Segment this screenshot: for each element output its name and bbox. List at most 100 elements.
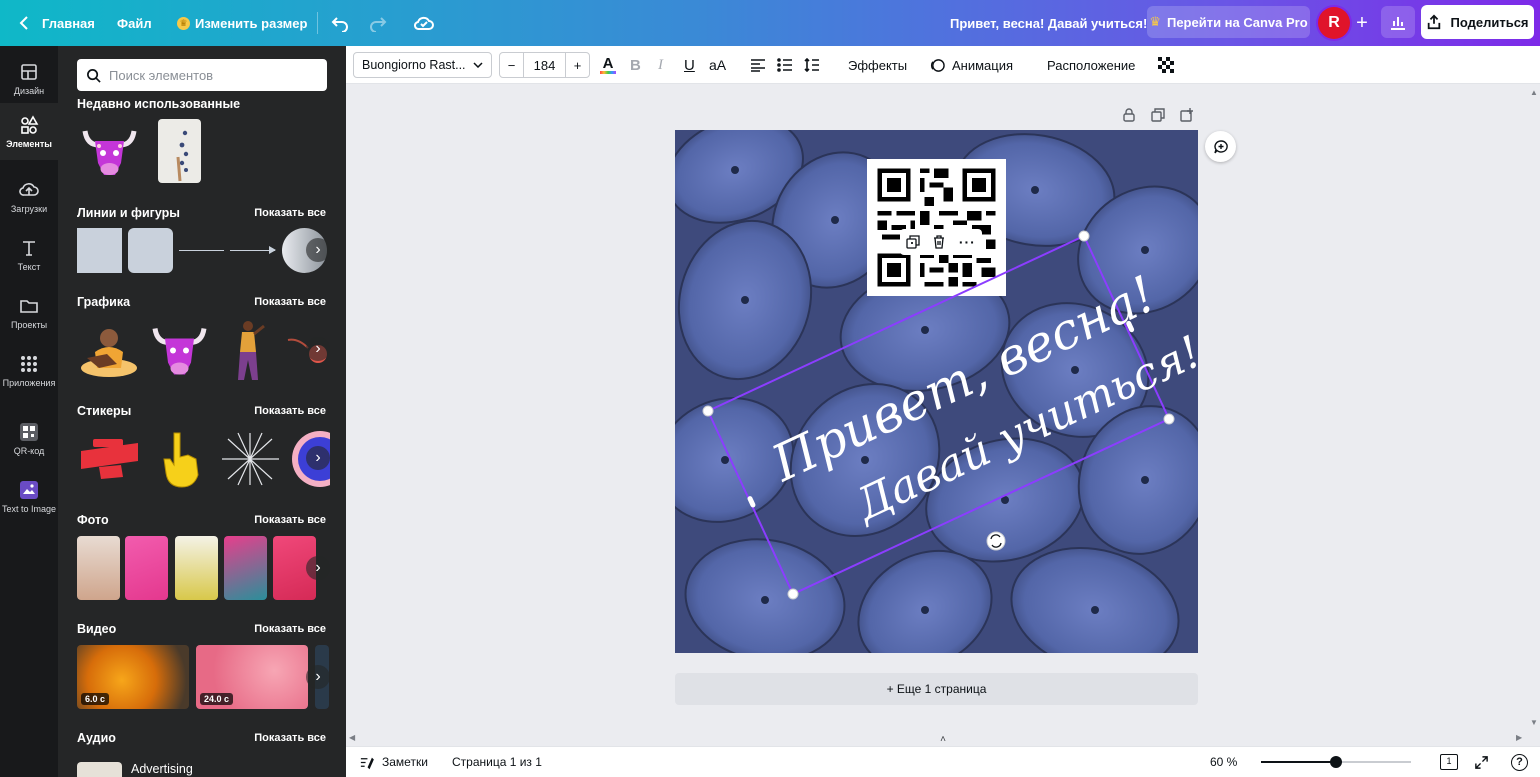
stickers-scroll-right-button[interactable]: › <box>306 446 330 470</box>
underline-button[interactable]: U <box>684 46 695 84</box>
recent-photo[interactable] <box>158 119 201 183</box>
text-icon <box>23 241 35 256</box>
rail-item-qr-code[interactable]: QR-код <box>0 414 58 464</box>
layout-icon <box>21 64 37 80</box>
pointing-hand-sticker <box>163 432 199 488</box>
show-all-video-link[interactable]: Показать все <box>254 623 326 635</box>
fullscreen-button[interactable] <box>1474 747 1489 777</box>
rail-item-text[interactable]: Текст <box>0 230 58 280</box>
font-size-decrease-button[interactable]: − <box>500 53 524 77</box>
align-button[interactable] <box>750 46 766 84</box>
show-pages-chevron-icon[interactable]: ˄ <box>936 734 950 745</box>
video-orange-ink[interactable]: 6.0 с <box>77 645 189 709</box>
show-all-graphics-link[interactable]: Показать все <box>254 296 326 308</box>
help-button[interactable]: ? <box>1511 747 1528 777</box>
resize-handle[interactable] <box>1163 413 1175 425</box>
scroll-up-icon[interactable]: ▲ <box>1530 88 1538 97</box>
scroll-right-icon[interactable]: ▶ <box>1516 733 1524 742</box>
resize-handle[interactable] <box>702 405 714 417</box>
video-scroll-right-button[interactable]: › <box>306 665 330 689</box>
photos-scroll-right-button[interactable]: › <box>306 556 330 580</box>
graphic-person-sitting[interactable] <box>77 318 142 383</box>
add-page-icon[interactable] <box>1180 108 1194 122</box>
search-input[interactable] <box>109 67 319 83</box>
section-title-photos: Фото <box>77 513 109 527</box>
rail-item-uploads[interactable]: Загрузки <box>0 172 58 222</box>
add-collaborator-button[interactable]: + <box>1348 7 1376 39</box>
show-all-photos-link[interactable]: Показать все <box>254 514 326 526</box>
redo-button[interactable] <box>369 0 387 46</box>
recent-bull-graphic[interactable] <box>77 119 142 183</box>
position-button[interactable]: Расположение <box>1047 46 1135 84</box>
duplicate-icon[interactable] <box>906 235 920 249</box>
show-all-stickers-link[interactable]: Показать все <box>254 405 326 417</box>
rounded-square-shape[interactable] <box>128 228 173 273</box>
page-grid-button[interactable]: 1 <box>1440 747 1458 777</box>
chevron-right-icon: › <box>315 241 321 258</box>
list-button[interactable] <box>777 46 793 84</box>
video-pink-droplets[interactable]: 24.0 с <box>196 645 308 709</box>
rail-item-projects[interactable]: Проекты <box>0 288 58 338</box>
design-page[interactable]: Привет, весна! Давай учиться! ··· <box>675 130 1198 653</box>
rail-item-design[interactable]: Дизайн <box>0 54 58 104</box>
text-color-button[interactable]: A <box>600 46 616 84</box>
sticker-hand[interactable] <box>150 429 210 489</box>
animation-button[interactable]: Анимация <box>930 46 1013 84</box>
sticker-valentines[interactable] <box>77 429 142 489</box>
effects-button[interactable]: Эффекты <box>848 46 907 84</box>
section-title-graphics: Графика <box>77 295 131 309</box>
insights-button[interactable] <box>1381 6 1415 38</box>
add-comment-button[interactable] <box>1205 131 1236 162</box>
show-all-audio-link[interactable]: Показать все <box>254 732 326 744</box>
square-shape[interactable] <box>77 228 122 273</box>
photo-yellow-outfit[interactable] <box>175 536 218 600</box>
home-button[interactable]: Главная <box>16 0 95 46</box>
rail-item-apps[interactable]: Приложения <box>0 346 58 396</box>
trash-icon[interactable] <box>932 235 946 249</box>
zoom-slider-handle[interactable] <box>1330 756 1342 768</box>
add-page-button[interactable]: + Еще 1 страница <box>675 673 1198 705</box>
file-menu-button[interactable]: Файл <box>117 0 152 46</box>
spacing-button[interactable] <box>804 46 820 84</box>
scroll-left-icon[interactable]: ◀ <box>349 733 357 742</box>
duplicate-page-icon[interactable] <box>1151 108 1165 122</box>
photo-people-dancing[interactable] <box>224 536 267 600</box>
line-shape[interactable] <box>179 250 224 251</box>
shapes-scroll-right-button[interactable]: › <box>306 238 330 262</box>
sticker-starburst[interactable] <box>218 429 283 489</box>
italic-button[interactable]: I <box>658 46 663 84</box>
lock-icon[interactable] <box>1122 108 1136 122</box>
show-all-shapes-link[interactable]: Показать все <box>254 207 326 219</box>
zoom-value[interactable]: 60 % <box>1210 747 1237 777</box>
letter-case-button[interactable]: aA <box>709 46 726 84</box>
selected-text-element[interactable]: Привет, весна! Давай учиться! <box>675 130 1198 653</box>
avatar[interactable]: R <box>1318 7 1350 39</box>
audio-cover[interactable] <box>77 762 122 777</box>
photo-woman-flower[interactable] <box>77 536 120 600</box>
resize-button[interactable]: ♛ Изменить размер <box>177 0 307 46</box>
side-resize-handle[interactable] <box>747 495 757 508</box>
design-title[interactable]: Привет, весна! Давай учиться! <box>950 0 1147 46</box>
font-family-select[interactable]: Buongiorno Rast... <box>353 52 492 78</box>
audio-track-title[interactable]: Advertising <box>131 762 193 776</box>
rail-item-elements[interactable]: Элементы <box>0 103 58 160</box>
scroll-down-icon[interactable]: ▼ <box>1530 718 1538 727</box>
bull-head-illustration <box>152 328 207 375</box>
undo-button[interactable] <box>331 0 349 46</box>
cloud-save-button[interactable] <box>414 0 434 46</box>
bold-button[interactable]: B <box>630 46 641 84</box>
share-button[interactable]: Поделиться <box>1421 5 1534 39</box>
upgrade-button[interactable]: ♛ Перейти на Canva Pro <box>1147 6 1310 38</box>
font-size-input[interactable]: 184 <box>524 53 565 77</box>
transparency-button[interactable] <box>1158 46 1174 84</box>
resize-handle[interactable] <box>1078 230 1090 242</box>
font-size-increase-button[interactable]: + <box>565 53 589 77</box>
more-options-icon[interactable]: ··· <box>959 234 976 250</box>
notes-button[interactable]: Заметки <box>359 747 428 777</box>
resize-handle[interactable] <box>787 588 799 600</box>
graphic-bull-head[interactable] <box>147 318 212 383</box>
graphic-woman-standing[interactable] <box>218 318 278 383</box>
graphics-scroll-right-button[interactable]: › <box>306 337 330 361</box>
photo-pink-cake[interactable] <box>125 536 168 600</box>
rail-item-text-to-image[interactable]: Text to Image <box>0 472 58 522</box>
